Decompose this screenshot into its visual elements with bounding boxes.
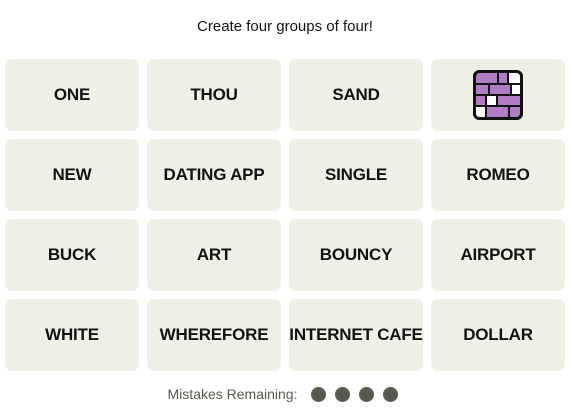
tile-thou[interactable]: THOU — [147, 59, 281, 131]
tile-wherefore[interactable]: WHEREFORE — [147, 299, 281, 371]
tile-single[interactable]: SINGLE — [289, 139, 423, 211]
mistake-dot — [358, 386, 374, 402]
tile-new[interactable]: NEW — [5, 139, 139, 211]
tile-sand[interactable]: SAND — [289, 59, 423, 131]
tile-brick-grid[interactable] — [431, 59, 565, 131]
connections-game: Create four groups of four! ONE THOU SAN… — [0, 0, 570, 409]
tile-grid: ONE THOU SAND NEW DATING APP SINGLE ROME… — [5, 59, 565, 371]
tile-romeo[interactable]: ROMEO — [431, 139, 565, 211]
tile-internet-cafe[interactable]: INTERNET CAFE — [289, 299, 423, 371]
tile-airport[interactable]: AIRPORT — [431, 219, 565, 291]
tile-bouncy[interactable]: BOUNCY — [289, 219, 423, 291]
mistake-dot — [382, 386, 398, 402]
mistake-dot — [334, 386, 350, 402]
mistake-dot — [310, 386, 326, 402]
tile-dating-app[interactable]: DATING APP — [147, 139, 281, 211]
purple-brick-grid-icon — [473, 70, 523, 120]
tile-buck[interactable]: BUCK — [5, 219, 139, 291]
tile-one[interactable]: ONE — [5, 59, 139, 131]
tile-dollar[interactable]: DOLLAR — [431, 299, 565, 371]
tile-white[interactable]: WHITE — [5, 299, 139, 371]
mistakes-label: Mistakes Remaining: — [167, 386, 298, 402]
tile-art[interactable]: ART — [147, 219, 281, 291]
mistakes-remaining: Mistakes Remaining: — [0, 386, 570, 402]
instructions-text: Create four groups of four! — [197, 18, 373, 35]
